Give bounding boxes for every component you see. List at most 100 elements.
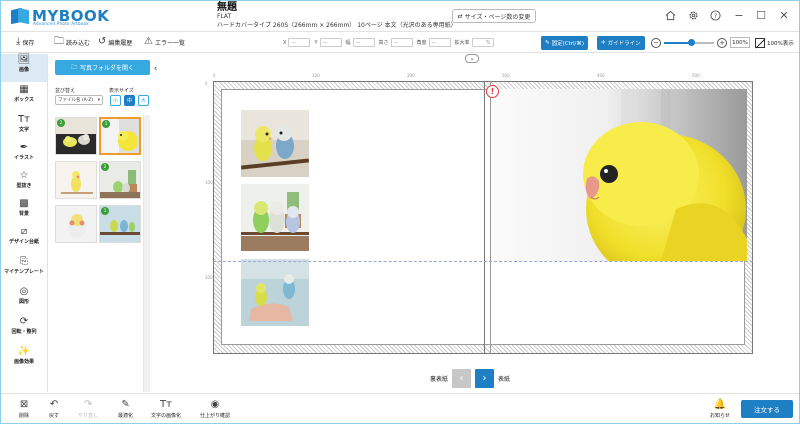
undo-button[interactable]: ↶ 戻す [49, 399, 59, 419]
optimize-icon: ✎ [121, 399, 130, 410]
property-fields: X — Y — 幅 — 高さ — 角度 — 拡大率% [283, 38, 494, 47]
errors-label: エラー一覧 [154, 39, 185, 47]
document-info: 無題 FLAT ハードカバータイプ 260S（266mm × 266mm） 10… [217, 3, 457, 30]
size-change-button[interactable]: ⇄ サイズ・ページ数の変更 [452, 9, 536, 23]
sidebar-item-background[interactable]: ▩ 背景 [1, 198, 47, 226]
sidebar-item-label: 画像 [18, 67, 29, 73]
show-100-button[interactable]: 100%表示 [755, 37, 794, 48]
photo-thumbnail[interactable] [55, 161, 97, 199]
fixed-button[interactable]: ✎ 固定(Ctrl/⌘) [541, 36, 589, 50]
warning-icon[interactable]: ! [486, 85, 499, 98]
optimize-button[interactable]: ✎ 最適化 [118, 399, 133, 419]
photo-thumbnail[interactable]: 1 [99, 205, 141, 243]
prop-width-input[interactable]: — [352, 38, 375, 47]
delete-label: 削除 [19, 413, 30, 419]
guideline-button[interactable]: ✛ ガイドライン [597, 36, 645, 50]
text-icon: Tт [18, 114, 30, 125]
redo-button[interactable]: ↷ やり直し [78, 399, 98, 419]
collapse-panel-button[interactable]: ‹ [151, 61, 160, 77]
sidebar-item-box[interactable]: ▦ ボックス [1, 84, 47, 112]
sidebar-item-label: 画像効果 [13, 359, 34, 365]
load-button[interactable]: 🗀 読み込む [54, 37, 90, 47]
text-image-icon: Tт [160, 399, 172, 410]
size-option-medium[interactable]: 中 [124, 95, 135, 106]
sidebar-item-shape[interactable]: ◎ 図形 [1, 286, 47, 314]
sidebar-item-illust[interactable]: ✒ イラスト [1, 142, 47, 170]
sidebar-item-image[interactable]: 🖼 画像 [1, 54, 47, 82]
sidebar-item-effect[interactable]: ✨ 画像効果 [1, 346, 47, 374]
redo-label: やり直し [78, 413, 99, 419]
sidebar-item-template[interactable]: ⎘ マイテンプレート [1, 256, 47, 284]
prop-scale-input[interactable]: % [471, 38, 494, 47]
sidebar-item-text[interactable]: Tт 文字 [1, 114, 47, 142]
back-cover-label: 裏表紙 [430, 376, 449, 383]
sidebar-item-cutout[interactable]: ☆ 型抜き [1, 170, 47, 198]
minimize-icon: − [734, 8, 744, 22]
zoom-slider[interactable] [664, 38, 714, 46]
toolbar-toggle-button[interactable]: ⌄ [465, 54, 479, 63]
layout-icon: ⧄ [20, 226, 28, 237]
notice-label: お知らせ [710, 413, 730, 419]
main-toolbar: ⤓ 保存 🗀 読み込む ↺ 編集履歴 ⚠ エラー一覧 X — Y — 幅 — 高さ — … [1, 31, 799, 53]
prop-scale: 拡大率% [455, 38, 494, 47]
zoom-value[interactable]: 100% [730, 37, 750, 48]
prop-scale-label: 拡大率 [454, 40, 470, 46]
guideline-label: ガイドライン [607, 41, 641, 47]
photo-thumbnail[interactable]: 1 [99, 117, 141, 155]
preview-label: 仕上がり確認 [200, 413, 231, 419]
panel-scrollbar[interactable] [143, 115, 150, 392]
errors-button[interactable]: ⚠ エラー一覧 [144, 37, 185, 47]
photo-panel: 🗀 写真フォルダを開く 並び替え 表示サイズ ファイル名 (A-Z) ▾ 小 中… [49, 54, 150, 392]
placed-photo-image [241, 259, 309, 326]
text-to-image-button[interactable]: Tт 文字の画像化 [151, 399, 181, 419]
settings-button[interactable] [686, 8, 700, 22]
maximize-button[interactable]: ☐ [754, 8, 768, 22]
size-option-large[interactable]: 大 [138, 95, 149, 106]
prev-page-button[interactable]: ‹ [452, 369, 472, 388]
history-icon: ↺ [98, 36, 107, 47]
prop-height-input[interactable]: — [390, 38, 413, 47]
close-button[interactable]: ✕ [777, 8, 791, 22]
cover-photo[interactable] [491, 89, 747, 261]
photo-thumbnail[interactable] [55, 205, 97, 243]
close-icon: ✕ [779, 8, 789, 22]
bell-icon: 🔔 [713, 399, 727, 410]
help-button[interactable]: ? [708, 8, 722, 22]
notice-button[interactable]: 🔔 お知らせ [710, 399, 730, 419]
actual-size-icon [755, 37, 765, 48]
order-button[interactable]: 注文する [741, 400, 793, 418]
minimize-button[interactable]: − [732, 8, 746, 22]
undo-label: 戻す [49, 413, 60, 419]
rotate-icon: ⟳ [19, 316, 29, 327]
history-button[interactable]: ↺ 編集履歴 [98, 37, 132, 47]
undo-icon: ↶ [49, 399, 59, 410]
zoom-out-icon[interactable]: − [651, 37, 661, 48]
photo-thumbnail[interactable]: 2 [55, 117, 97, 155]
photo-thumbnail[interactable]: 2 [99, 161, 141, 199]
zoom-in-icon[interactable]: + [717, 37, 727, 48]
size-option-small[interactable]: 小 [110, 95, 121, 106]
sidebar-item-rotate[interactable]: ⟳ 回転・整列 [1, 316, 47, 344]
zoom-slider-knob[interactable] [688, 38, 695, 46]
usage-count-badge: 1 [102, 120, 110, 128]
help-icon: ? [709, 9, 721, 21]
sidebar-item-design[interactable]: ⧄ デザイン台紙 [1, 226, 47, 254]
sort-select[interactable]: ファイル名 (A-Z) ▾ [55, 95, 103, 105]
placed-photo[interactable] [241, 184, 309, 251]
save-button[interactable]: ⤓ 保存 [16, 37, 34, 47]
prop-angle-input[interactable]: — [428, 38, 451, 47]
prop-y-input[interactable]: — [319, 38, 342, 47]
home-button[interactable] [663, 8, 677, 22]
horizontal-guideline[interactable] [213, 261, 753, 262]
preview-button[interactable]: ◉ 仕上がり確認 [200, 399, 230, 419]
prop-angle: 角度 — [417, 38, 451, 47]
prop-x-input[interactable]: — [288, 38, 311, 47]
delete-button[interactable]: ⊠ 削除 [19, 399, 29, 419]
next-page-button[interactable]: › [475, 369, 495, 388]
placed-photo[interactable] [241, 110, 309, 177]
placed-photo[interactable] [241, 259, 309, 326]
folder-icon: 🗀 [70, 63, 77, 71]
prop-y: Y — [314, 38, 342, 47]
pencil-icon: ✎ [545, 40, 550, 46]
open-folder-button[interactable]: 🗀 写真フォルダを開く [55, 60, 150, 75]
